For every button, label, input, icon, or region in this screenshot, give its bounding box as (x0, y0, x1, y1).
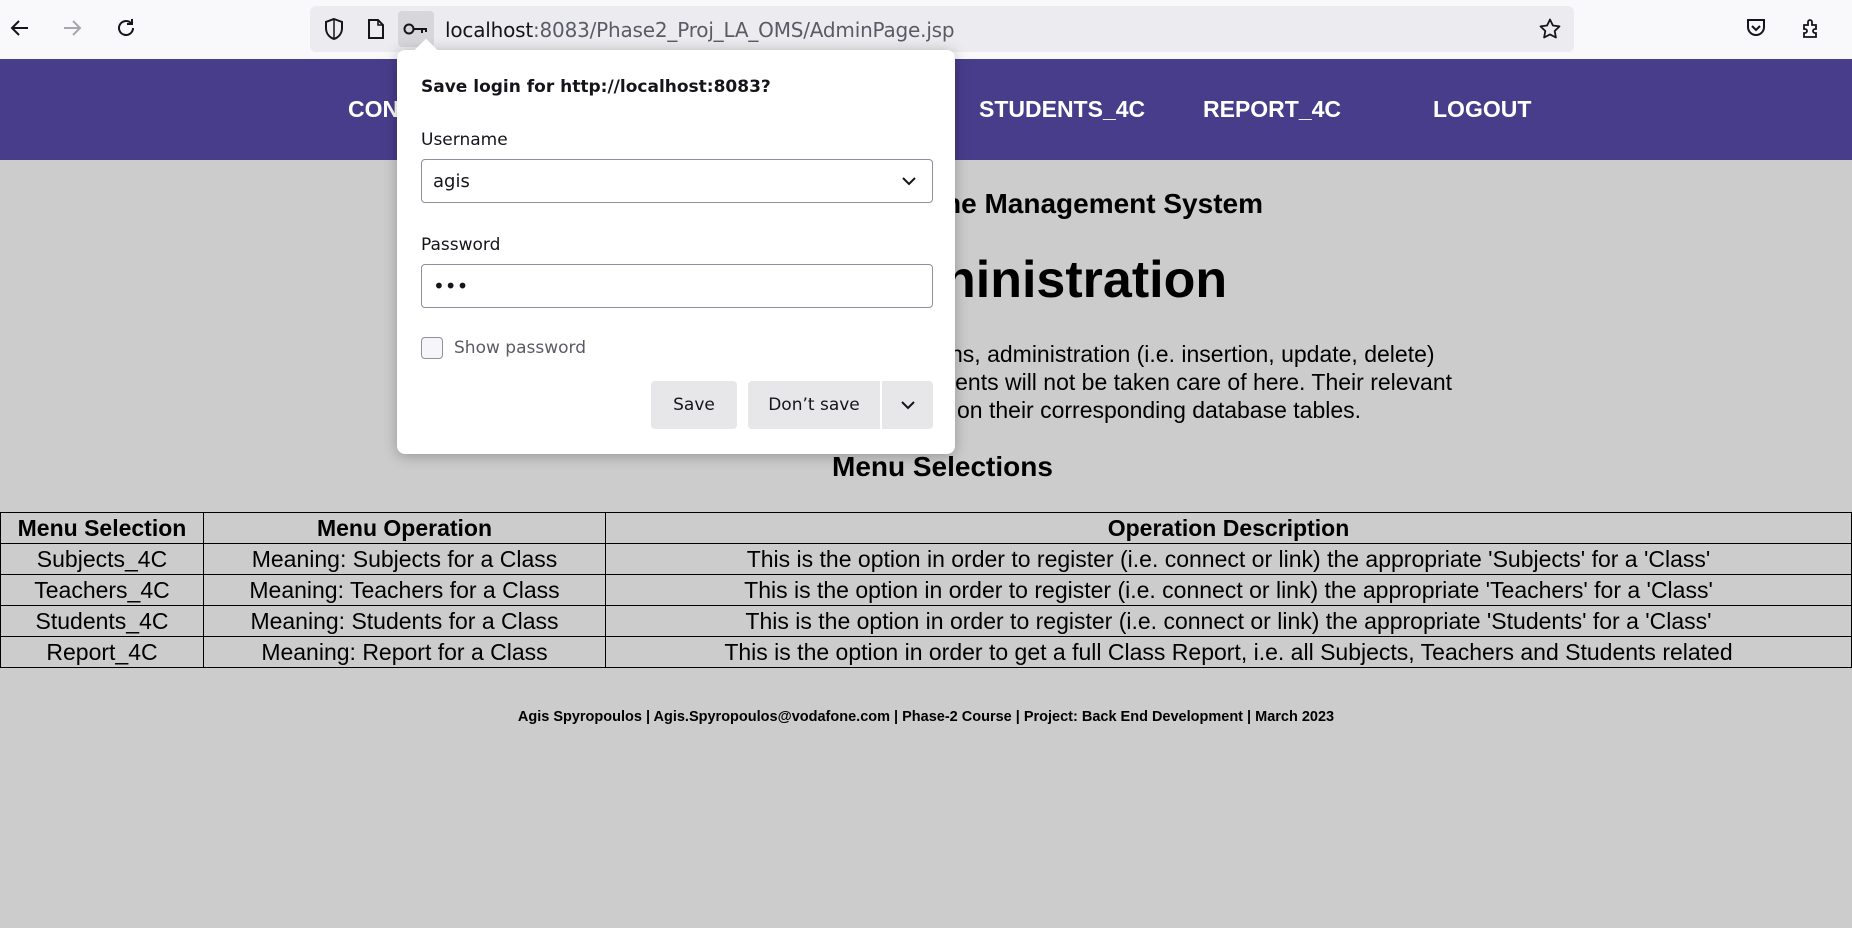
password-value: ••• (433, 274, 469, 298)
forward-arrow-icon (64, 20, 82, 36)
back-arrow-icon (10, 20, 28, 36)
table-cell: Report_4C (0, 636, 204, 668)
intro-line-3: on their corresponding database tables. (957, 397, 1362, 423)
table-cell: Meaning: Report for a Class (203, 636, 606, 668)
site-info-button[interactable] (358, 11, 394, 47)
menu-selections-title: Menu Selections (832, 451, 1053, 482)
tracking-protection-button[interactable] (316, 11, 352, 47)
table-cell: Meaning: Subjects for a Class (203, 543, 606, 575)
shield-icon (325, 17, 343, 41)
chevron-down-icon (900, 401, 915, 410)
key-icon (403, 23, 427, 35)
forward-button[interactable] (52, 8, 92, 48)
url-text[interactable]: localhost:8083/Phase2_Proj_LA_OMS/AdminP… (445, 18, 955, 42)
password-field[interactable]: ••• (421, 264, 933, 308)
url-host: localhost (445, 18, 533, 42)
bookmark-button[interactable] (1532, 11, 1568, 47)
page-subtitle: ne Management System (944, 188, 1263, 219)
table-row: Report_4C Meaning: Report for a Class Th… (0, 636, 1852, 668)
intro-line-2: lents will not be taken care of here. Th… (950, 369, 1453, 395)
show-password-label[interactable]: Show password (454, 338, 586, 358)
username-field[interactable]: agis (421, 159, 933, 203)
table-cell: This is the option in order to register … (605, 543, 1852, 575)
save-button[interactable]: Save (651, 381, 737, 429)
table-cell: Teachers_4C (0, 574, 204, 606)
reload-button[interactable] (106, 8, 146, 48)
dont-save-button[interactable]: Don’t save (748, 381, 880, 429)
popup-title: Save login for http://localhost:8083? (421, 77, 771, 97)
url-path: :8083/Phase2_Proj_LA_OMS/AdminPage.jsp (532, 18, 955, 42)
save-login-popup: Save login for http://localhost:8083? Us… (397, 38, 955, 454)
table-row: Teachers_4C Meaning: Teachers for a Clas… (0, 574, 1852, 606)
extensions-button[interactable] (1792, 8, 1832, 48)
star-icon (1539, 18, 1561, 39)
column-header: Menu Operation (203, 512, 606, 544)
menu-table: Menu Selection Menu Operation Operation … (0, 512, 1852, 668)
table-cell: Meaning: Teachers for a Class (203, 574, 606, 606)
table-row: Students_4C Meaning: Students for a Clas… (0, 605, 1852, 637)
nav-item-logout[interactable]: LOGOUT (1433, 96, 1531, 123)
table-cell: This is the option in order to register … (605, 574, 1852, 606)
username-value: agis (433, 171, 470, 192)
table-cell: Meaning: Students for a Class (203, 605, 606, 637)
url-bar[interactable]: localhost:8083/Phase2_Proj_LA_OMS/AdminP… (310, 6, 1574, 52)
back-button[interactable] (0, 8, 40, 48)
intro-line-1: ns, administration (i.e. insertion, upda… (950, 341, 1435, 367)
dont-save-button-label: Don’t save (768, 395, 860, 415)
table-header-row: Menu Selection Menu Operation Operation … (0, 512, 1852, 544)
nav-item-students[interactable]: STUDENTS_4C (979, 96, 1145, 123)
page-icon (368, 19, 384, 39)
nav-item-report[interactable]: REPORT_4C (1203, 96, 1341, 123)
table-cell: Students_4C (0, 605, 204, 637)
chevron-down-icon[interactable] (900, 172, 918, 190)
show-password-checkbox[interactable] (421, 337, 443, 359)
extensions-icon (1803, 19, 1817, 38)
more-options-button[interactable] (882, 381, 933, 429)
page-footer: Agis Spyropoulos | Agis.Spyropoulos@voda… (517, 709, 1335, 725)
column-header: Operation Description (605, 512, 1852, 544)
table-row: Subjects_4C Meaning: Subjects for a Clas… (0, 543, 1852, 575)
password-label: Password (421, 235, 501, 255)
username-label: Username (421, 130, 508, 150)
page-heading: ninistration (944, 251, 1228, 309)
reload-icon (118, 19, 134, 36)
table-cell: This is the option in order to get a ful… (605, 636, 1852, 668)
column-header: Menu Selection (0, 512, 204, 544)
pocket-icon (1747, 19, 1765, 36)
table-cell: Subjects_4C (0, 543, 204, 575)
nav-item-con[interactable]: CON (348, 96, 399, 123)
save-button-label: Save (673, 395, 715, 415)
pocket-button[interactable] (1736, 8, 1776, 48)
table-cell: This is the option in order to register … (605, 605, 1852, 637)
